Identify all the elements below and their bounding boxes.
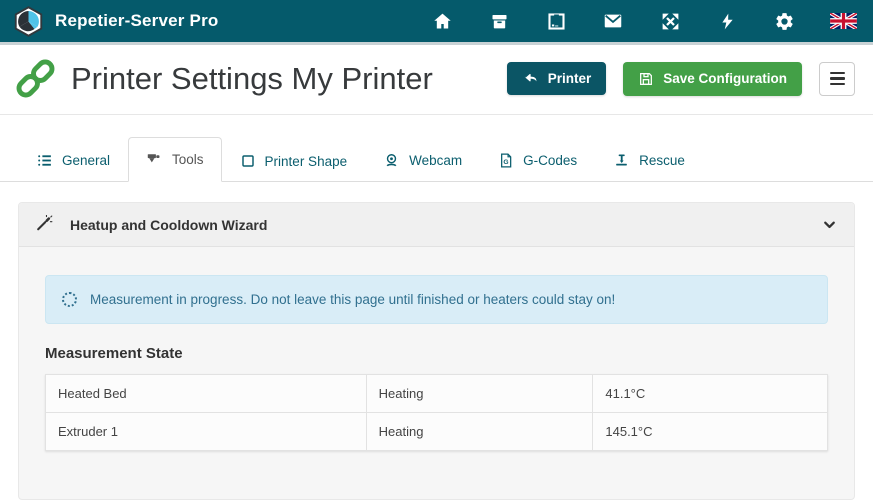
heatup-wizard-panel-header[interactable]: Heatup and Cooldown Wizard (19, 203, 854, 247)
chain-link-icon[interactable] (14, 57, 57, 100)
hamburger-menu-button[interactable] (819, 62, 855, 96)
svg-text:G: G (503, 159, 508, 166)
measurement-table-body: Heated Bed Heating 41.1°C Extruder 1 Hea… (46, 375, 828, 451)
tab-webcam[interactable]: Webcam (365, 138, 480, 182)
page-header: Printer Settings My Printer Printer Save… (0, 45, 873, 115)
magic-wand-icon (35, 215, 54, 234)
alert-message: Measurement in progress. Do not leave th… (90, 292, 615, 307)
device-cell: Extruder 1 (46, 413, 367, 451)
uk-flag-icon[interactable] (830, 10, 857, 32)
gcode-file-icon: G (498, 152, 514, 169)
printer-button-label: Printer (548, 71, 592, 86)
measurement-alert: Measurement in progress. Do not leave th… (45, 275, 828, 324)
tab-general[interactable]: General (18, 138, 128, 182)
tab-gcodes-label: G-Codes (523, 153, 577, 168)
measurement-state-heading: Measurement State (45, 345, 828, 362)
spinner-icon (62, 292, 77, 307)
frame-icon[interactable] (545, 10, 567, 32)
probe-icon (613, 152, 630, 169)
settings-tabs: General Tools Printer Shape Webcam (0, 137, 873, 182)
tab-webcam-label: Webcam (409, 153, 462, 168)
home-icon[interactable] (431, 10, 453, 32)
tab-rescue[interactable]: Rescue (595, 138, 703, 182)
tab-gcodes[interactable]: G G-Codes (480, 138, 595, 182)
navbar-icons (431, 10, 857, 32)
status-cell: Heating (366, 413, 593, 451)
save-disk-icon (638, 71, 654, 87)
temperature-cell: 145.1°C (593, 413, 828, 451)
envelope-icon[interactable] (602, 10, 624, 32)
panel-body: Measurement in progress. Do not leave th… (19, 247, 854, 451)
table-row: Extruder 1 Heating 145.1°C (46, 413, 828, 451)
repetier-logo-icon (12, 5, 45, 38)
page-title: Printer Settings My Printer (71, 61, 433, 97)
tab-printer-shape[interactable]: Printer Shape (222, 139, 366, 182)
chevron-down-icon[interactable] (821, 216, 838, 233)
brand[interactable]: Repetier-Server Pro (12, 5, 218, 38)
top-navbar: Repetier-Server Pro (0, 0, 873, 45)
tab-general-label: General (62, 153, 110, 168)
panel-title: Heatup and Cooldown Wizard (70, 217, 267, 233)
printer-button[interactable]: Printer (507, 62, 607, 95)
list-icon (36, 152, 53, 169)
tab-rescue-label: Rescue (639, 153, 685, 168)
tab-tools-label: Tools (172, 152, 204, 167)
save-configuration-button[interactable]: Save Configuration (623, 62, 802, 96)
status-cell: Heating (366, 375, 593, 413)
save-button-label: Save Configuration (663, 71, 787, 86)
back-arrow-icon (522, 71, 539, 86)
temperature-cell: 41.1°C (593, 375, 828, 413)
expand-arrows-icon[interactable] (659, 10, 681, 32)
device-cell: Heated Bed (46, 375, 367, 413)
table-row: Heated Bed Heating 41.1°C (46, 375, 828, 413)
lightning-icon[interactable] (716, 10, 738, 32)
heatup-wizard-panel: Heatup and Cooldown Wizard Measurement i… (18, 202, 855, 500)
header-actions: Printer Save Configuration (507, 62, 855, 96)
webcam-icon (383, 152, 400, 169)
extruder-icon (146, 151, 163, 168)
gear-icon[interactable] (773, 10, 795, 32)
tab-tools[interactable]: Tools (128, 137, 222, 182)
brand-title: Repetier-Server Pro (55, 11, 218, 31)
tab-printer-shape-label: Printer Shape (265, 154, 348, 169)
square-outline-icon (240, 153, 256, 169)
measurement-table: Heated Bed Heating 41.1°C Extruder 1 Hea… (45, 374, 828, 451)
box-icon[interactable] (488, 10, 510, 32)
